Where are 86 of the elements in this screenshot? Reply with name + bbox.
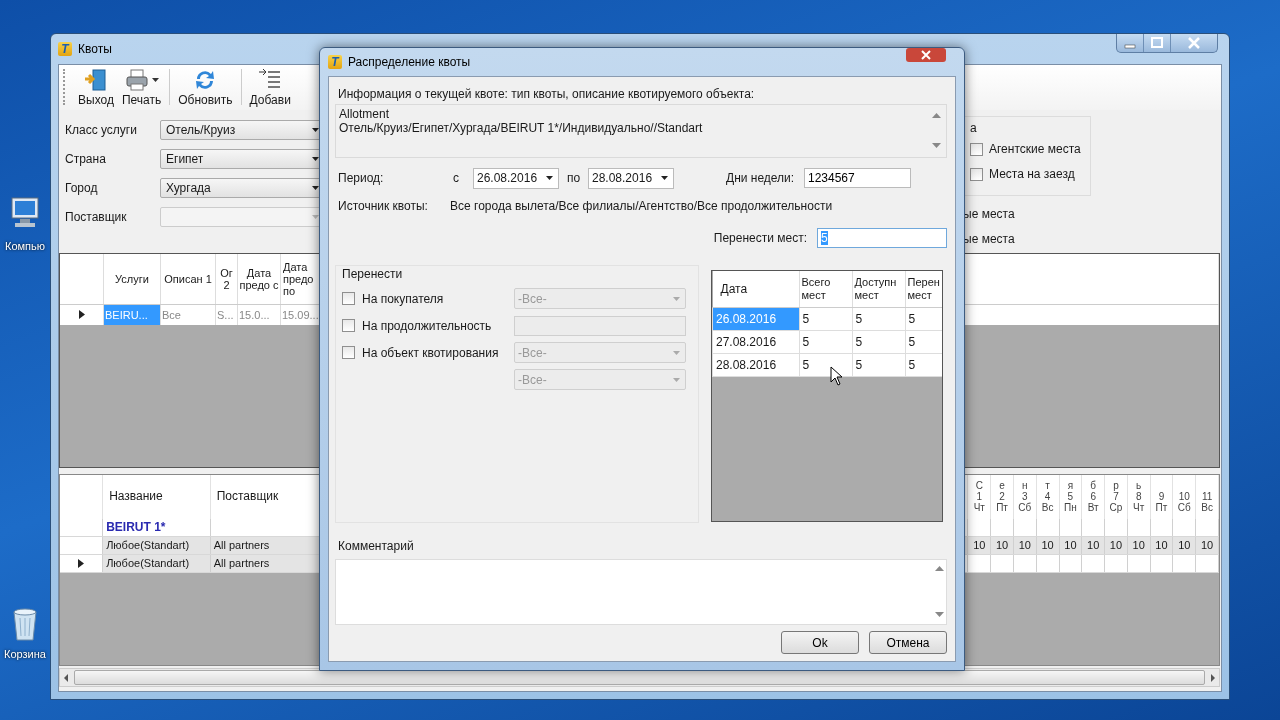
field-label: Период: (337, 171, 385, 185)
desktop-icon-label[interactable]: Компью (5, 240, 45, 252)
current-row-icon (78, 310, 85, 320)
field-label: Дни недели: (726, 171, 796, 185)
checkbox[interactable] (970, 167, 983, 181)
checkbox-label: Места на заезд (989, 167, 1075, 182)
column-header[interactable]: 11 Вс (1195, 474, 1219, 519)
column-header[interactable]: ь 8 Чт (1127, 474, 1151, 519)
printer-icon (124, 67, 151, 94)
column-header[interactable]: т 4 Вс (1036, 474, 1059, 519)
caret-icon[interactable] (312, 157, 319, 162)
column-header[interactable]: 9 Пт (1150, 474, 1173, 519)
date-picker[interactable]: 28.08.2016 (588, 167, 674, 189)
table-cell[interactable]: 27.08.2016 (712, 330, 799, 354)
column-header[interactable]: Доступн мест (852, 271, 905, 308)
field-label: по (565, 171, 582, 185)
column-header[interactable]: 10 Сб (1172, 474, 1196, 519)
table-cell[interactable]: 28.08.2016 (712, 353, 799, 377)
scroll-up-icon[interactable] (931, 113, 941, 119)
column-header[interactable]: е 2 Пт (990, 474, 1014, 519)
column-header[interactable]: Услуги (103, 253, 161, 305)
checkbox[interactable] (342, 346, 355, 359)
field-label: Класс услуги (65, 123, 138, 138)
field-label: Город (65, 181, 99, 196)
caret-icon[interactable] (312, 128, 319, 133)
toolbar-button[interactable]: Печать (117, 67, 166, 108)
caret-icon[interactable] (661, 176, 668, 180)
column-header[interactable]: р 7 Ср (1104, 474, 1128, 519)
checkbox-label: Агентские места (989, 142, 1081, 157)
column-header[interactable]: Всего мест (799, 271, 852, 308)
info-line: Allotment (339, 107, 391, 121)
column-header[interactable]: Поставщик (210, 474, 322, 519)
app-logo: T (328, 55, 342, 69)
column-header[interactable]: Дата предо с (237, 253, 281, 305)
dialog-title: Распределение квоты (348, 55, 471, 69)
caret-icon[interactable] (312, 186, 319, 191)
exit-door-icon (82, 67, 109, 94)
text-field[interactable] (514, 315, 686, 336)
checkbox[interactable] (342, 292, 355, 305)
close-icon[interactable] (906, 48, 946, 62)
field-label: Перенести мест: (713, 231, 807, 245)
checkbox-label: На продолжительность (362, 318, 492, 333)
info-label: Информация о текущей квоте: тип квоты, описание квотируемого объекта: (338, 87, 756, 101)
group-title: а (970, 120, 978, 137)
checkbox[interactable] (342, 319, 355, 332)
toolbar-button[interactable]: Обновить (174, 67, 237, 108)
text-field[interactable]: 1234567 (804, 168, 911, 188)
info-line: Отель/Круиз/Египет/Хургада/BEIRUT 1*/Индивидуально//Standart (339, 121, 704, 135)
field-label: Источник квоты: (337, 199, 429, 213)
column-header[interactable]: Дата (712, 271, 799, 308)
caret-icon[interactable] (546, 176, 553, 180)
field-label: Страна (65, 152, 107, 167)
field-label: с (453, 171, 460, 185)
column-header[interactable]: Дата предо по (280, 253, 322, 305)
column-header[interactable]: я 5 Пн (1059, 474, 1082, 519)
group-title: Перенести (342, 267, 404, 281)
comment-field[interactable] (335, 559, 947, 625)
row-header[interactable] (60, 304, 104, 325)
column-header[interactable]: Название (102, 474, 211, 519)
column-header[interactable]: б 6 Вт (1081, 474, 1105, 519)
window-title: Квоты (78, 42, 112, 56)
scroll-down-icon[interactable] (931, 143, 941, 149)
scroll-up-icon[interactable] (934, 566, 944, 572)
desktop-icon-label[interactable]: Корзина (4, 648, 46, 660)
dialog-button[interactable]: Отмена (869, 631, 947, 654)
column-header[interactable]: Описан 1 (160, 253, 216, 305)
field-label: Комментарий (338, 539, 415, 553)
toolbar-button[interactable]: Выход (74, 67, 118, 108)
cursor-icon (830, 366, 844, 386)
field-label: Поставщик (65, 210, 128, 225)
column-header[interactable]: Ог 2 (215, 253, 238, 305)
checkbox-label: На объект квотирования (362, 345, 499, 360)
current-row-icon (78, 558, 85, 568)
checkbox[interactable] (970, 142, 983, 156)
date-picker[interactable]: 26.08.2016 (473, 167, 559, 189)
column-header[interactable]: Перен мест (905, 271, 942, 308)
source-text: Все города вылета/Все филиалы/Агентство/Все продолжительности (450, 199, 833, 213)
dialog-button[interactable]: Ok (781, 631, 859, 654)
column-header[interactable]: н 3 Сб (1013, 474, 1037, 519)
app-logo: T (58, 42, 72, 56)
scroll-thumb[interactable] (74, 670, 1205, 686)
checkbox-label: На покупателя (362, 291, 444, 306)
caret-icon[interactable] (152, 78, 160, 83)
column-header[interactable]: С 1 Чт (967, 474, 991, 519)
scroll-down-icon[interactable] (934, 612, 944, 618)
toolbar-button[interactable]: Добави (245, 67, 295, 108)
